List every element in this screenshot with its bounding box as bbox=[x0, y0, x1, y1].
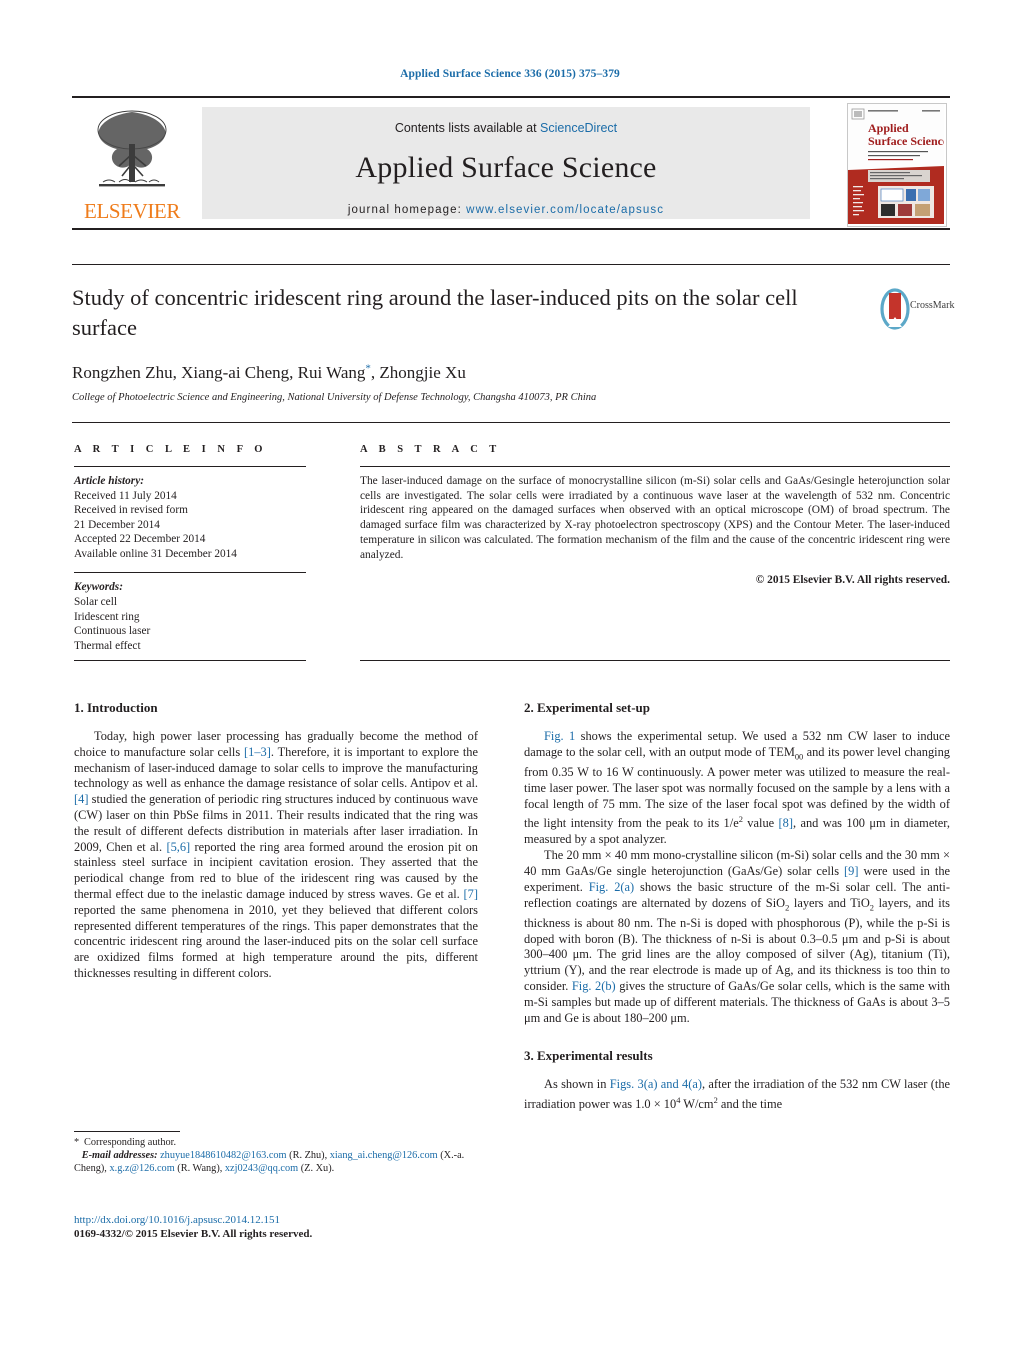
author-list: Rongzhen Zhu, Xiang-ai Cheng, Rui Wang*,… bbox=[72, 362, 466, 383]
keywords-block: Keywords: Solar cell Iridescent ring Con… bbox=[74, 580, 306, 653]
keyword-item: Iridescent ring bbox=[74, 610, 140, 623]
running-head: Applied Surface Science 336 (2015) 375–3… bbox=[400, 68, 620, 80]
intro-paragraph: Today, high power laser processing has g… bbox=[74, 729, 479, 980]
journal-cover-thumbnail: Applied Surface Science bbox=[847, 103, 947, 227]
email-link-2[interactable]: xiang_ai.cheng@126.com bbox=[330, 1150, 438, 1161]
elsevier-tree-icon bbox=[97, 110, 167, 187]
asterisk-icon: * bbox=[74, 1137, 80, 1148]
email-owner-1: (R. Zhu), bbox=[289, 1149, 328, 1161]
history-line: 21 December 2014 bbox=[74, 518, 160, 531]
section-heading-experimental-setup: 2. Experimental set-up bbox=[524, 700, 651, 715]
results-paragraph-1: As shown in Figs. 3(a) and 4(a), after t… bbox=[524, 1077, 951, 1112]
article-history-label: Article history: bbox=[74, 475, 144, 487]
keyword-item: Solar cell bbox=[74, 595, 117, 608]
article-info-heading: A R T I C L E I N F O bbox=[74, 444, 267, 455]
section-heading-experimental-results: 3. Experimental results bbox=[524, 1048, 653, 1064]
title-divider bbox=[72, 264, 950, 265]
journal-title: Applied Surface Science bbox=[355, 151, 657, 184]
email-label: E-mail addresses: bbox=[81, 1149, 158, 1161]
doi-link[interactable]: http://dx.doi.org/10.1016/j.apsusc.2014.… bbox=[74, 1213, 494, 1227]
journal-masthead: ELSEVIER Contents lists available at Sci… bbox=[72, 96, 950, 230]
elsevier-logo: ELSEVIER bbox=[78, 104, 186, 224]
keywords-rule bbox=[74, 572, 306, 574]
setup-paragraph-1: Fig. 1 shows the experimental setup. We … bbox=[524, 729, 950, 847]
abstract-rule bbox=[360, 466, 950, 467]
footnote-divider bbox=[74, 1131, 180, 1132]
article-info-rule bbox=[74, 466, 306, 467]
abstract-text: The laser-induced damage on the surface … bbox=[360, 475, 950, 561]
article-info-bottom-rule bbox=[74, 660, 306, 661]
history-line: Received 11 July 2014 bbox=[74, 489, 177, 502]
email-owner-4: (Z. Xu). bbox=[300, 1162, 335, 1174]
section-heading-introduction: 1. Introduction bbox=[74, 700, 158, 715]
crossmark-badge[interactable]: CrossMark bbox=[880, 287, 954, 331]
setup-paragraph-2: The 20 mm × 40 mm mono-crystalline silic… bbox=[524, 848, 951, 1025]
svg-text:Surface Science: Surface Science bbox=[868, 134, 944, 148]
abstract-bottom-rule bbox=[360, 660, 950, 661]
cover-art: Applied Surface Science bbox=[848, 104, 946, 224]
footnote-block: * Corresponding author. E-mail addresses:… bbox=[74, 1131, 478, 1176]
email-link-1[interactable]: zhuyue1848610482@163.com bbox=[160, 1150, 286, 1161]
homepage-prefix: journal homepage: bbox=[347, 204, 467, 216]
crossmark-icon bbox=[880, 288, 910, 330]
corresponding-author-note: * Corresponding author. bbox=[74, 1137, 478, 1150]
email-addresses: E-mail addresses: zhuyue1848610482@163.c… bbox=[74, 1150, 478, 1176]
abstract-copyright: © 2015 Elsevier B.V. All rights reserved… bbox=[755, 574, 950, 587]
elsevier-wordmark: ELSEVIER bbox=[84, 199, 180, 223]
keyword-item: Thermal effect bbox=[74, 639, 141, 652]
crossmark-label: CrossMark bbox=[910, 300, 955, 311]
journal-homepage-line: journal homepage: www.elsevier.com/locat… bbox=[202, 204, 810, 216]
journal-band: Contents lists available at ScienceDirec… bbox=[202, 107, 810, 219]
author-divider bbox=[72, 422, 950, 423]
corresponding-author-text: Corresponding author. bbox=[84, 1137, 177, 1148]
body-column-right: 2. Experimental set-up Fig. 1 shows the … bbox=[524, 700, 950, 1113]
history-line: Available online 31 December 2014 bbox=[74, 547, 237, 560]
svg-text:Applied: Applied bbox=[868, 121, 909, 135]
abstract-heading: A B S T R A C T bbox=[360, 444, 501, 455]
article-info-column: A R T I C L E I N F O Article history: R… bbox=[74, 444, 306, 653]
issn-copyright-line: 0169-4332/© 2015 Elsevier B.V. All right… bbox=[74, 1228, 313, 1240]
contents-prefix: Contents lists available at bbox=[394, 121, 541, 135]
contents-available-line: Contents lists available at ScienceDirec… bbox=[202, 107, 810, 135]
sciencedirect-link[interactable]: ScienceDirect bbox=[540, 121, 617, 135]
history-line: Accepted 22 December 2014 bbox=[74, 533, 206, 546]
body-column-left: 1. Introduction Today, high power laser … bbox=[74, 700, 478, 982]
authors-text: Rongzhen Zhu, Xiang-ai Cheng, Rui Wang*,… bbox=[72, 362, 466, 382]
history-line: Received in revised form bbox=[74, 504, 188, 517]
keywords-label: Keywords: bbox=[74, 581, 123, 594]
affiliation: College of Photoelectric Science and Eng… bbox=[72, 392, 597, 403]
abstract-column: A B S T R A C T The laser-induced damage… bbox=[360, 444, 950, 586]
keyword-item: Continuous laser bbox=[74, 625, 151, 638]
doi-block: http://dx.doi.org/10.1016/j.apsusc.2014.… bbox=[74, 1213, 494, 1241]
journal-homepage-link[interactable]: www.elsevier.com/locate/apsusc bbox=[466, 204, 664, 216]
email-owner-3: (R. Wang), bbox=[177, 1162, 223, 1174]
paper-page: Applied Surface Science 336 (2015) 375–3… bbox=[0, 0, 1020, 1351]
email-link-4[interactable]: xzj0243@qq.com bbox=[225, 1163, 298, 1174]
page-title: Study of concentric iridescent ring arou… bbox=[72, 285, 798, 340]
email-link-3[interactable]: x.g.z@126.com bbox=[109, 1163, 174, 1174]
